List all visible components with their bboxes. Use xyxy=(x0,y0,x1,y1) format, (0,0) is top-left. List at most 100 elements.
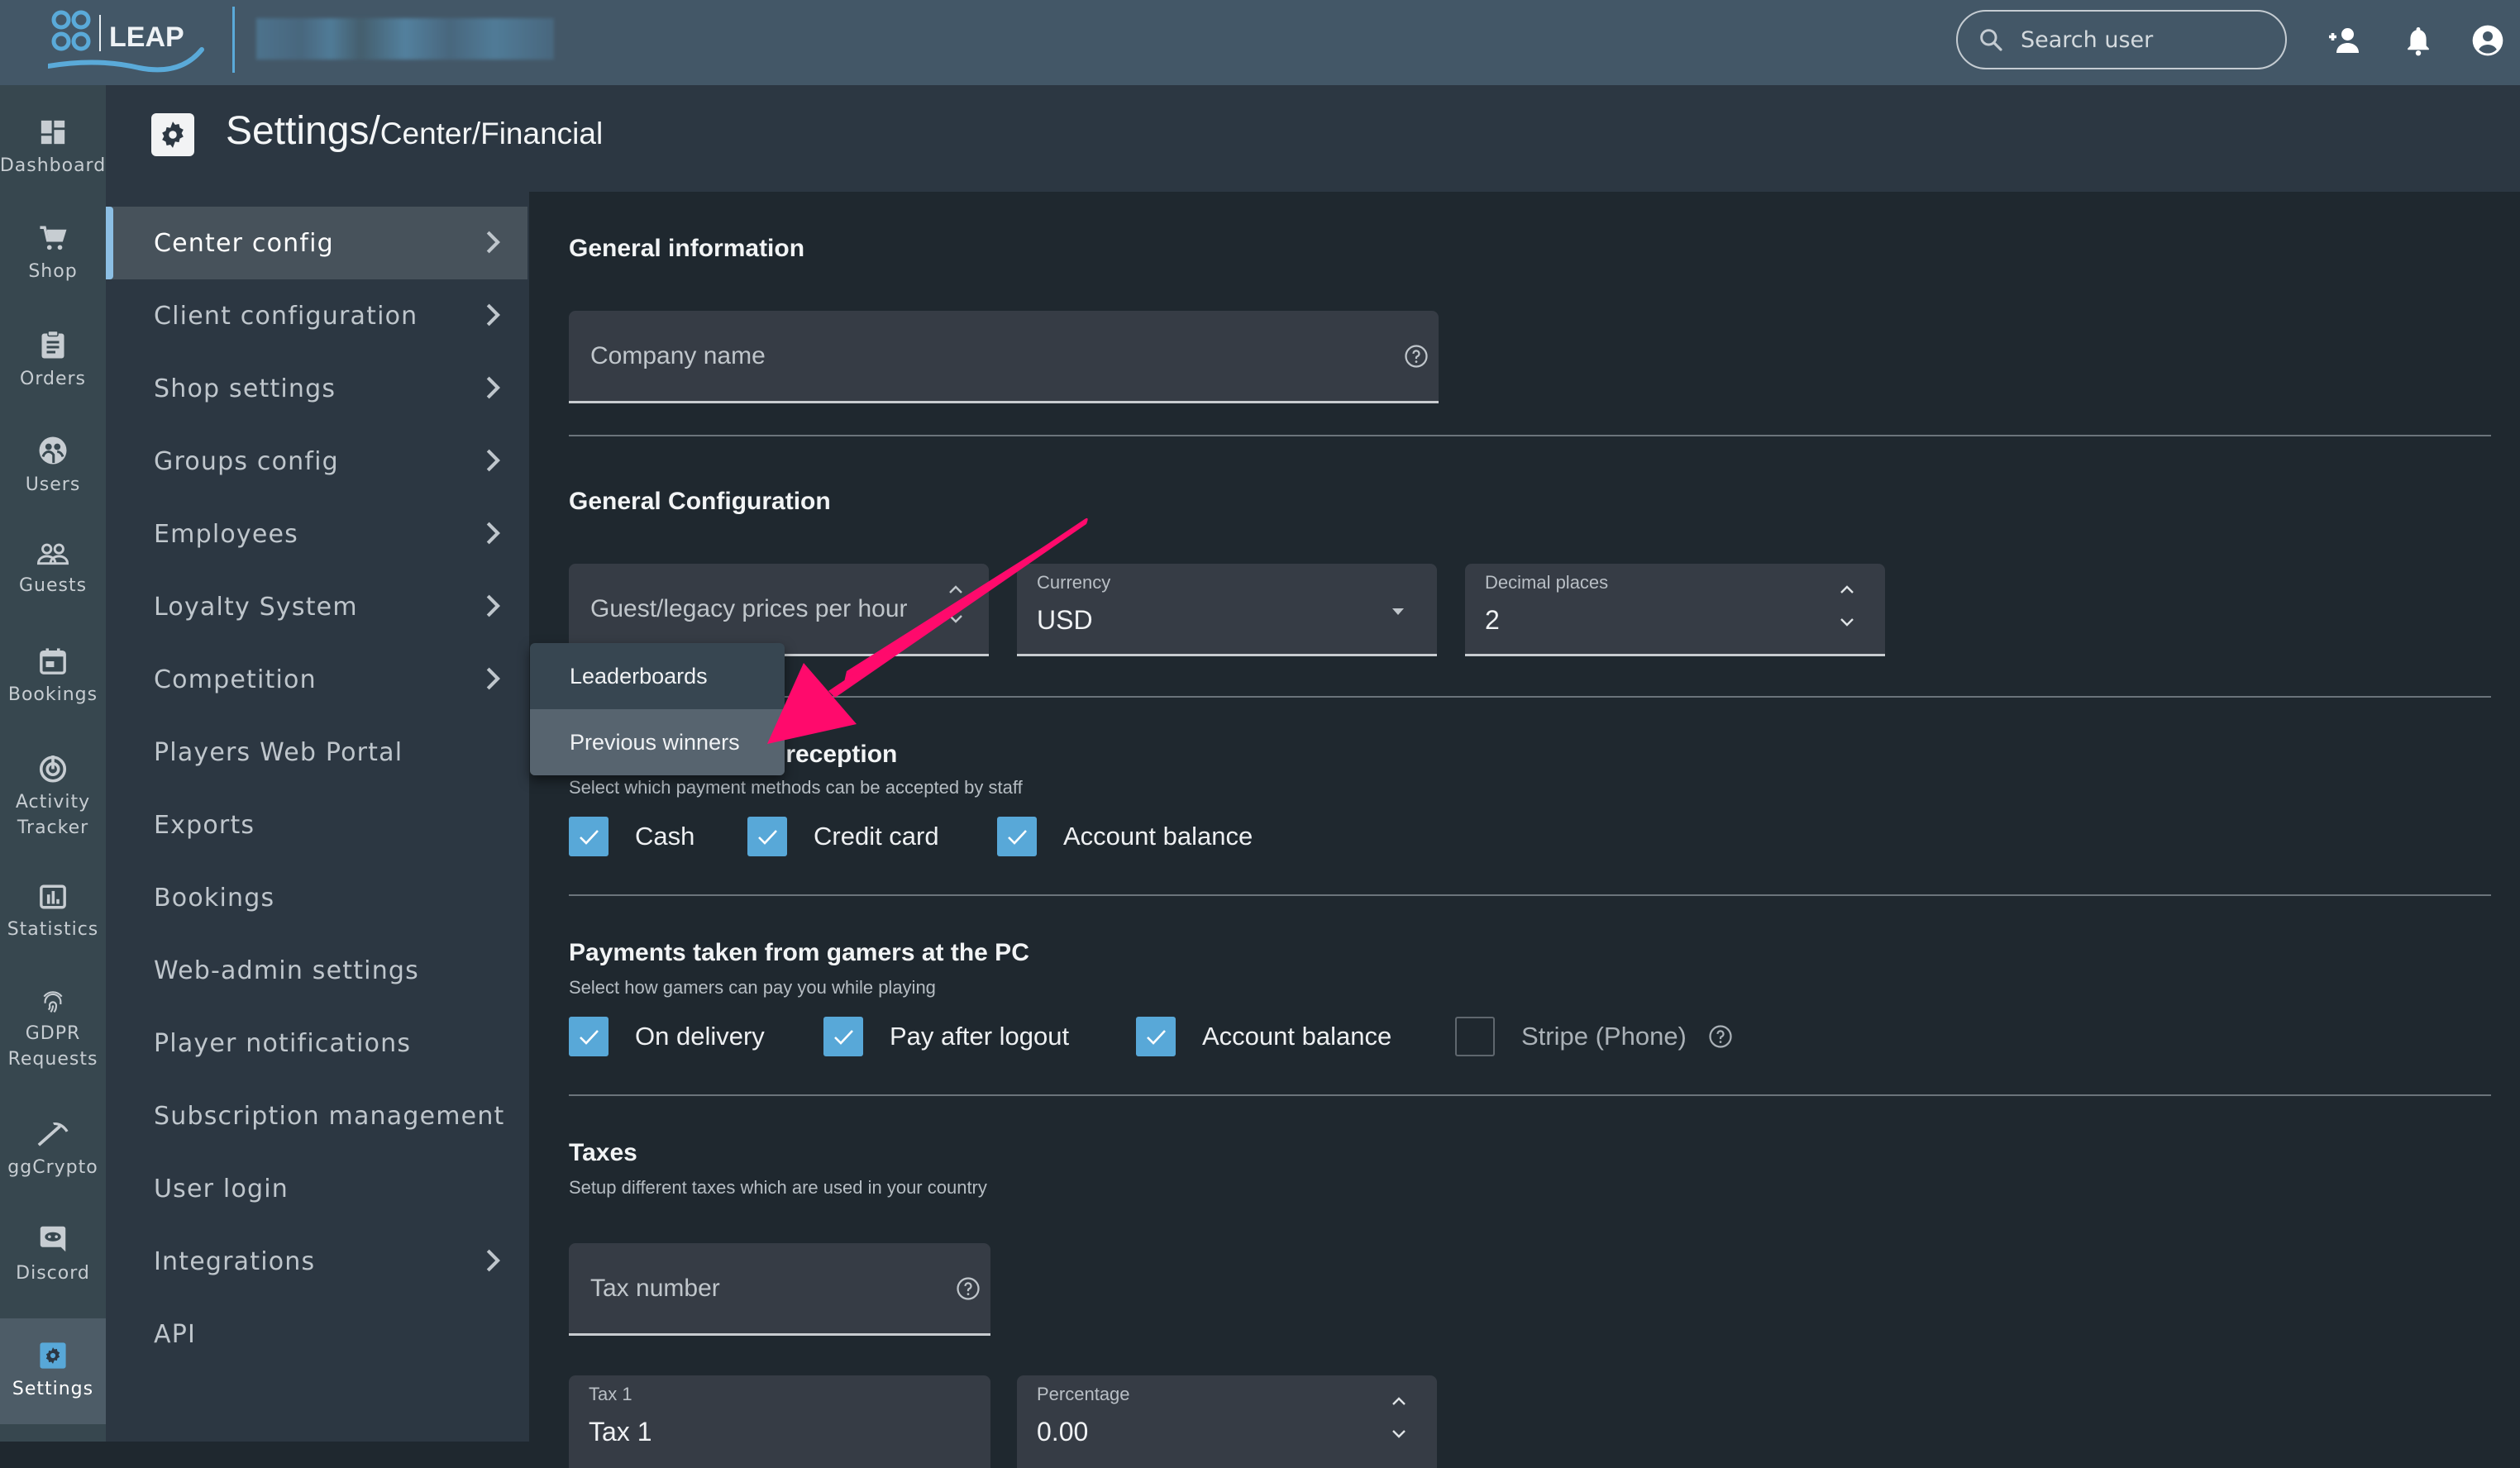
center-name-redacted xyxy=(256,18,554,60)
checkbox-credit-card[interactable]: Credit card xyxy=(747,817,939,856)
tax-number-field[interactable]: Tax number xyxy=(569,1243,990,1336)
submenu-label: Employees xyxy=(154,519,299,549)
tax-number-placeholder: Tax number xyxy=(590,1275,720,1302)
chevron-right-icon xyxy=(486,231,500,254)
checkbox-checked[interactable] xyxy=(997,817,1037,856)
checkbox-label: Pay after logout xyxy=(890,1022,1070,1051)
settings-gear-icon xyxy=(151,113,194,156)
submenu-user-login[interactable]: User login xyxy=(106,1152,527,1225)
submenu-exports[interactable]: Exports xyxy=(106,789,527,861)
bell-icon[interactable] xyxy=(2399,21,2437,60)
tax-1-name-field[interactable]: Tax 1 Tax 1 xyxy=(569,1375,990,1468)
stepper-down-icon[interactable] xyxy=(1839,617,1855,628)
submenu-label: Center config xyxy=(154,228,334,258)
checkbox-stripe-phone[interactable]: Stripe (Phone) xyxy=(1455,1017,1733,1056)
section-title-reception: t reception xyxy=(771,741,898,768)
checkmark-icon xyxy=(580,1030,599,1045)
search-user-input[interactable]: Search user xyxy=(1956,10,2287,69)
submenu-loyalty-system[interactable]: Loyalty System xyxy=(106,570,527,643)
guests-icon xyxy=(37,543,69,565)
nav-label: Shop xyxy=(28,261,78,282)
stepper-up-icon[interactable] xyxy=(1391,1395,1407,1407)
nav-dashboard[interactable]: Dashboard xyxy=(0,118,106,179)
nav-label: Dashboard xyxy=(0,155,107,176)
submenu-groups-config[interactable]: Groups config xyxy=(106,425,527,498)
submenu-player-notifications[interactable]: Player notifications xyxy=(106,1007,527,1080)
submenu-label: Client configuration xyxy=(154,301,418,331)
submenu-integrations[interactable]: Integrations xyxy=(106,1225,527,1298)
activity-icon xyxy=(39,755,67,783)
decimal-places-stepper[interactable] xyxy=(1839,584,1855,628)
submenu-employees[interactable]: Employees xyxy=(106,498,527,570)
stepper-up-icon[interactable] xyxy=(947,584,964,595)
breadcrumb-root[interactable]: Settings/ xyxy=(226,108,380,154)
checkbox-checked[interactable] xyxy=(569,817,609,856)
submenu-client-configuration[interactable]: Client configuration xyxy=(106,279,527,352)
search-placeholder: Search user xyxy=(2021,26,2154,53)
flyout-item-previous-winners[interactable]: Previous winners xyxy=(530,709,785,775)
submenu-api[interactable]: API xyxy=(106,1298,527,1370)
account-icon[interactable] xyxy=(2469,21,2507,60)
submenu-label: API xyxy=(154,1319,197,1349)
nav-label: Statistics xyxy=(7,919,99,940)
chevron-right-icon xyxy=(486,667,500,690)
submenu-competition[interactable]: Competition xyxy=(106,643,527,716)
guest-prices-stepper[interactable] xyxy=(947,584,964,625)
checkmark-icon xyxy=(580,830,599,845)
checkbox-checked[interactable] xyxy=(747,817,787,856)
main-nav-rail: Dashboard Shop Orders Users Guests Booki… xyxy=(0,85,106,1442)
flyout-item-leaderboards[interactable]: Leaderboards xyxy=(530,643,785,709)
submenu-subscription-management[interactable]: Subscription management xyxy=(106,1080,527,1152)
company-name-field[interactable]: Company name xyxy=(569,311,1439,403)
chevron-right-icon xyxy=(486,594,500,617)
checkbox-unchecked[interactable] xyxy=(1455,1017,1495,1056)
nav-ggcrypto[interactable]: ggCrypto xyxy=(0,1118,106,1180)
checkbox-checked[interactable] xyxy=(1136,1017,1176,1056)
submenu-label: Integrations xyxy=(154,1246,316,1276)
nav-activity-tracker[interactable]: Activity Tracker xyxy=(0,753,106,841)
chevron-right-icon xyxy=(486,303,500,326)
currency-select[interactable]: Currency USD xyxy=(1017,564,1437,656)
nav-gdpr-requests[interactable]: GDPR Requests xyxy=(0,988,106,1072)
checkmark-icon xyxy=(1008,830,1027,845)
help-icon[interactable] xyxy=(956,1276,981,1301)
nav-statistics[interactable]: Statistics xyxy=(0,884,106,942)
nav-bookings[interactable]: Bookings xyxy=(0,647,106,708)
section-divider xyxy=(569,894,2491,896)
add-user-icon[interactable] xyxy=(2325,21,2363,60)
calendar-icon xyxy=(40,648,66,674)
leap-logo[interactable]: LEAP xyxy=(45,10,213,74)
checkbox-account-balance-reception[interactable]: Account balance xyxy=(997,817,1253,856)
help-icon[interactable] xyxy=(1404,344,1429,369)
help-icon[interactable] xyxy=(1708,1024,1733,1049)
submenu-center-config[interactable]: Center config xyxy=(106,207,527,279)
checkbox-account-balance-pc[interactable]: Account balance xyxy=(1136,1017,1391,1056)
submenu-label: Players Web Portal xyxy=(154,737,403,767)
decimal-places-field[interactable]: Decimal places 2 xyxy=(1465,564,1885,656)
nav-users[interactable]: Users xyxy=(0,436,106,498)
checkbox-on-delivery[interactable]: On delivery xyxy=(569,1017,765,1056)
submenu-shop-settings[interactable]: Shop settings xyxy=(106,352,527,425)
checkbox-checked[interactable] xyxy=(569,1017,609,1056)
checkbox-cash[interactable]: Cash xyxy=(569,817,694,856)
nav-orders[interactable]: Orders xyxy=(0,330,106,392)
checkbox-pay-after-logout[interactable]: Pay after logout xyxy=(823,1017,1069,1056)
submenu-players-web-portal[interactable]: Players Web Portal xyxy=(106,716,527,789)
submenu-bookings[interactable]: Bookings xyxy=(106,861,527,934)
section-subtitle-taxes: Setup different taxes which are used in … xyxy=(569,1177,987,1198)
submenu-web-admin-settings[interactable]: Web-admin settings xyxy=(106,934,527,1007)
checkbox-checked[interactable] xyxy=(823,1017,863,1056)
checkmark-icon xyxy=(758,830,777,845)
chart-icon xyxy=(40,884,66,909)
nav-discord[interactable]: Discord xyxy=(0,1224,106,1286)
stepper-down-icon[interactable] xyxy=(1391,1428,1407,1440)
nav-settings[interactable]: Settings xyxy=(0,1318,106,1424)
tax-1-percentage-field[interactable]: Percentage 0.00 xyxy=(1017,1375,1437,1468)
stepper-up-icon[interactable] xyxy=(1839,584,1855,595)
section-subtitle-reception: Select which payment methods can be acce… xyxy=(569,777,1023,798)
logo-icon: LEAP xyxy=(45,10,204,73)
nav-shop[interactable]: Shop xyxy=(0,224,106,284)
percentage-stepper[interactable] xyxy=(1391,1395,1407,1440)
stepper-down-icon[interactable] xyxy=(947,613,964,625)
nav-guests[interactable]: Guests xyxy=(0,541,106,598)
